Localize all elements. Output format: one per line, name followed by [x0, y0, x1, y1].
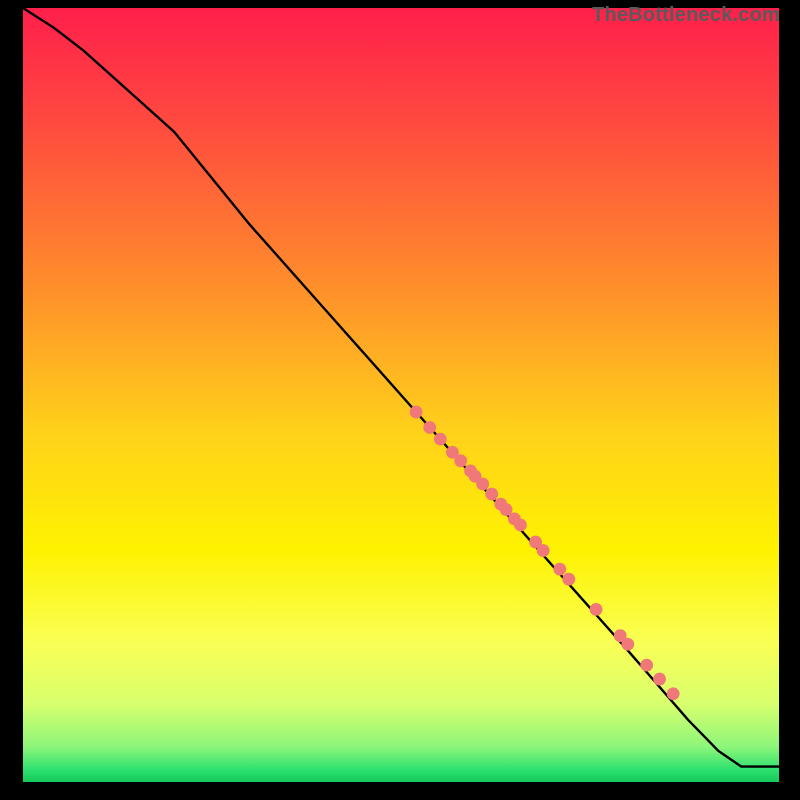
data-point	[454, 454, 467, 467]
data-point	[434, 433, 447, 446]
chart-stage: TheBottleneck.com	[0, 0, 800, 800]
chart-svg	[23, 8, 779, 782]
data-point	[621, 638, 634, 651]
data-point	[423, 421, 436, 434]
data-point	[514, 519, 527, 532]
data-point	[653, 673, 666, 686]
data-point	[640, 659, 653, 672]
data-point	[562, 573, 575, 586]
plot-area	[23, 8, 779, 782]
data-point	[410, 406, 423, 419]
data-point	[537, 544, 550, 557]
watermark-text: TheBottleneck.com	[592, 4, 780, 27]
data-point	[476, 478, 489, 491]
data-point	[590, 603, 603, 616]
data-point	[553, 563, 566, 576]
data-point	[485, 488, 498, 501]
data-point	[667, 687, 680, 700]
